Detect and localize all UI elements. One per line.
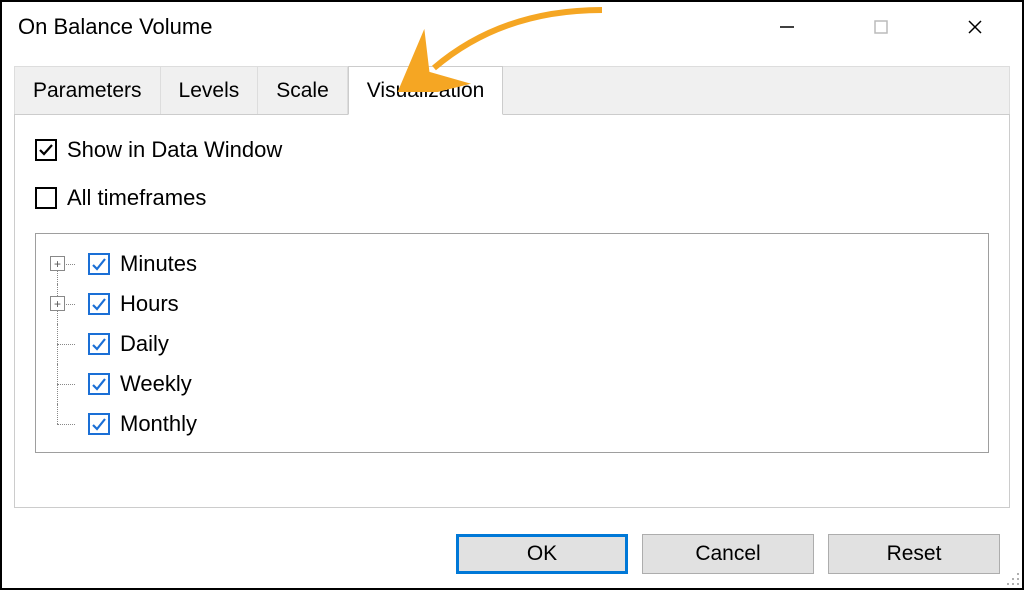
timeframes-tree: + Minutes + Hours bbox=[35, 233, 989, 453]
tree-label[interactable]: Daily bbox=[120, 331, 169, 357]
maximize-button[interactable] bbox=[834, 2, 928, 52]
tree-checkbox-weekly[interactable] bbox=[88, 373, 110, 395]
tree-checkbox-minutes[interactable] bbox=[88, 253, 110, 275]
window-title: On Balance Volume bbox=[18, 14, 740, 40]
tree-label[interactable]: Minutes bbox=[120, 251, 197, 277]
all-timeframes-label: All timeframes bbox=[67, 185, 206, 211]
tree-item-minutes: + Minutes bbox=[50, 244, 974, 284]
cancel-button[interactable]: Cancel bbox=[642, 534, 814, 574]
tree-checkbox-daily[interactable] bbox=[88, 333, 110, 355]
tree-checkbox-monthly[interactable] bbox=[88, 413, 110, 435]
minimize-button[interactable] bbox=[740, 2, 834, 52]
all-timeframes-checkbox[interactable] bbox=[35, 187, 57, 209]
tab-parameters[interactable]: Parameters bbox=[15, 67, 161, 114]
expand-icon[interactable]: + bbox=[50, 256, 65, 271]
reset-button[interactable]: Reset bbox=[828, 534, 1000, 574]
tree-item-monthly: Monthly bbox=[50, 404, 974, 444]
show-in-data-window-label: Show in Data Window bbox=[67, 137, 282, 163]
all-timeframes-row: All timeframes bbox=[35, 185, 989, 211]
ok-button[interactable]: OK bbox=[456, 534, 628, 574]
tab-strip: Parameters Levels Scale Visualization bbox=[14, 66, 1010, 114]
tab-scale[interactable]: Scale bbox=[258, 67, 348, 114]
expand-icon[interactable]: + bbox=[50, 296, 65, 311]
tree-checkbox-hours[interactable] bbox=[88, 293, 110, 315]
dialog-window: On Balance Volume Parameters Levels Scal… bbox=[0, 0, 1024, 590]
resize-grip-icon[interactable] bbox=[1002, 568, 1020, 586]
tree-label[interactable]: Weekly bbox=[120, 371, 192, 397]
tab-levels[interactable]: Levels bbox=[161, 67, 259, 114]
close-button[interactable] bbox=[928, 2, 1022, 52]
tree-item-daily: Daily bbox=[50, 324, 974, 364]
tree-item-hours: + Hours bbox=[50, 284, 974, 324]
show-in-data-window-row: Show in Data Window bbox=[35, 137, 989, 163]
tree-label[interactable]: Monthly bbox=[120, 411, 197, 437]
title-bar: On Balance Volume bbox=[2, 2, 1022, 52]
tab-panel-visualization: Show in Data Window All timeframes + Min… bbox=[14, 114, 1010, 508]
tree-label[interactable]: Hours bbox=[120, 291, 179, 317]
tree-item-weekly: Weekly bbox=[50, 364, 974, 404]
tab-visualization[interactable]: Visualization bbox=[348, 66, 504, 115]
dialog-button-row: OK Cancel Reset bbox=[456, 534, 1000, 574]
show-in-data-window-checkbox[interactable] bbox=[35, 139, 57, 161]
window-controls bbox=[740, 2, 1022, 52]
